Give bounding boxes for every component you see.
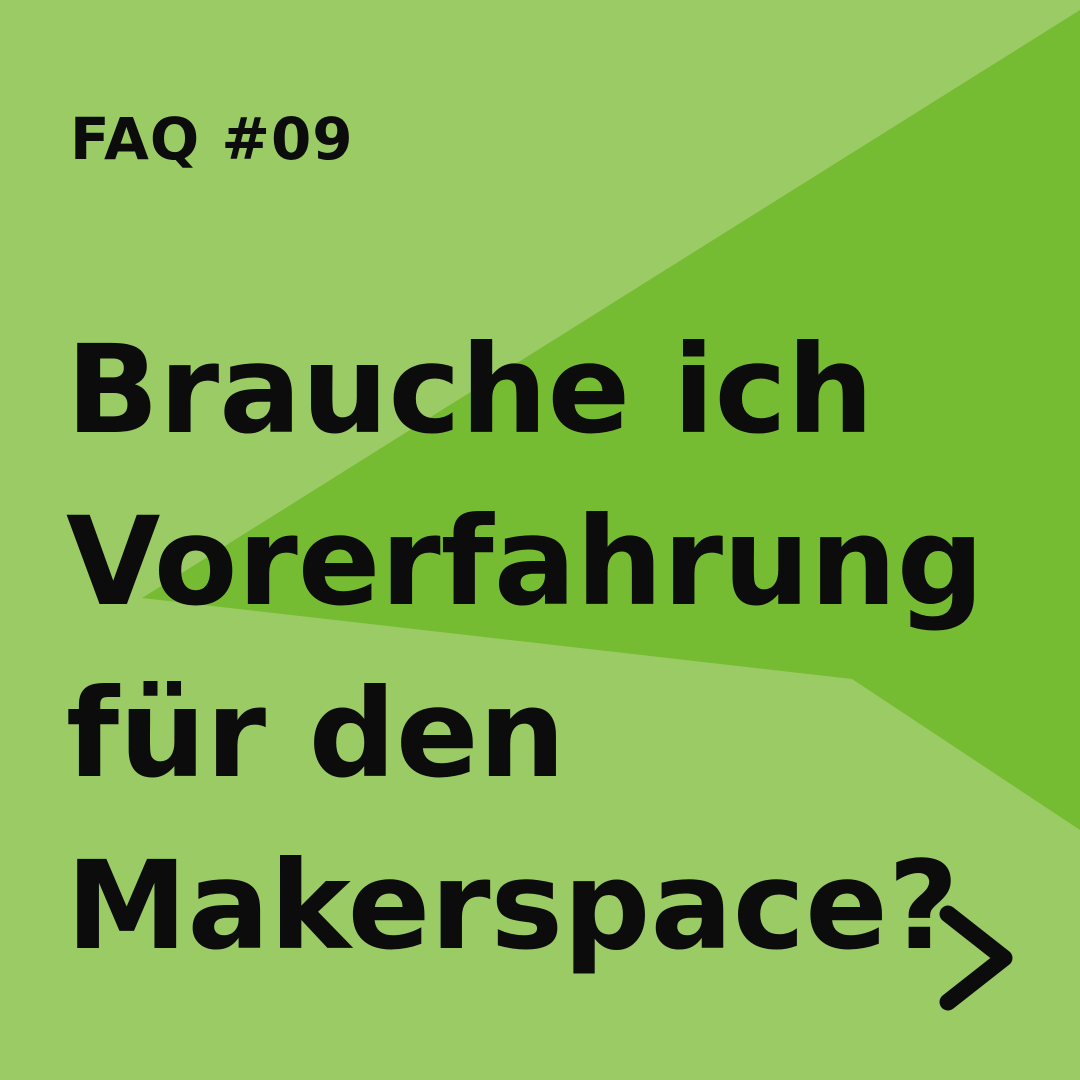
headline-line-4: Makerspace? bbox=[66, 835, 959, 977]
next-slide-button[interactable] bbox=[928, 898, 1028, 1028]
faq-slide: FAQ #09 Brauche ich Vorerfahrung für den… bbox=[0, 0, 1080, 1080]
faq-number-label: FAQ #09 bbox=[70, 105, 354, 173]
chevron-right-icon bbox=[939, 905, 1013, 1011]
headline-line-2: Vorerfahrung bbox=[66, 491, 985, 633]
headline-line-1: Brauche ich bbox=[66, 319, 874, 461]
headline-line-3: für den bbox=[66, 663, 566, 805]
faq-question-headline: Brauche ich Vorerfahrung für den Makersp… bbox=[66, 304, 984, 992]
